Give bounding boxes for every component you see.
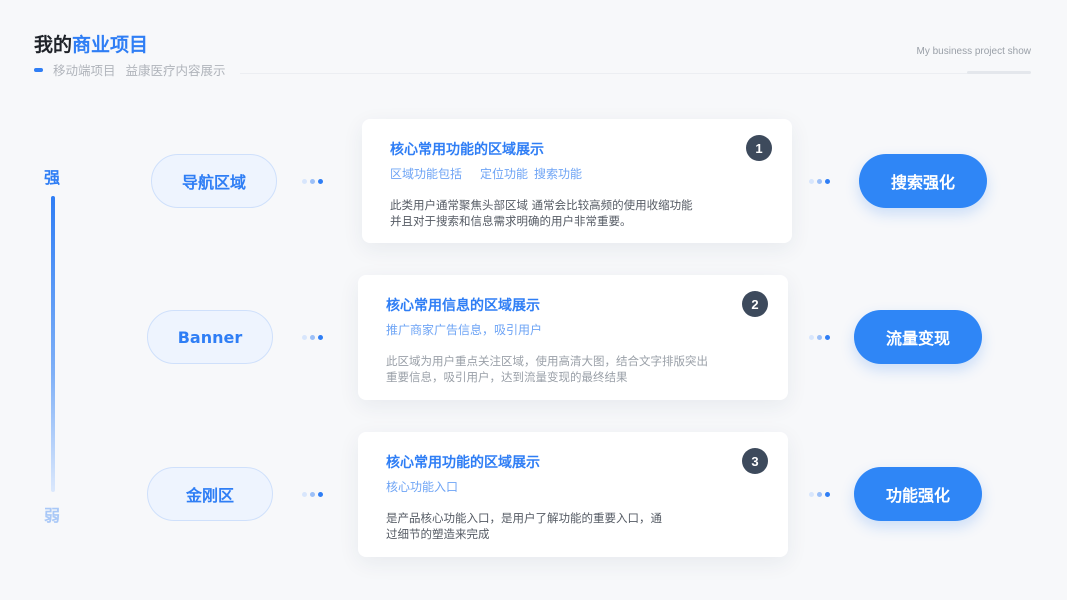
row-2-card-desc: 此区域为用户重点关注区域，使用高清大图，结合文字排版突出 重要信息，吸引用户，达…	[386, 353, 708, 385]
row-3-number-badge: 3	[742, 448, 768, 474]
row-1-left-dots	[302, 179, 323, 184]
row-2-number-badge: 2	[742, 291, 768, 317]
row-2-tag: 推广商家广告信息，吸引用户	[386, 323, 543, 337]
row-3-card-desc: 是产品核心功能入口，是用户了解功能的重要入口，通 过细节的塑造来完成	[386, 510, 662, 542]
row-1-card-title: 核心常用功能的区域展示	[390, 142, 544, 158]
row-3-right-dots	[809, 492, 830, 497]
row-3-left-dots	[302, 492, 323, 497]
row-3-card-tags: 核心功能入口	[386, 478, 464, 495]
row-1-right-dots	[809, 179, 830, 184]
subtitle-accent-pill	[34, 67, 43, 72]
row-2-card-title: 核心常用信息的区域展示	[386, 298, 540, 314]
row-3-desc-line: 过细节的塑造来完成	[386, 527, 490, 541]
english-caption: My business project show	[916, 46, 1032, 57]
row-3-card-title: 核心常用功能的区域展示	[386, 455, 540, 471]
row-3-desc-line: 是产品核心功能入口，是用户了解功能的重要入口，通	[386, 511, 662, 525]
row-2-right-dots	[809, 335, 830, 340]
row-3-left-pill: 金刚区	[147, 467, 273, 521]
page-subtitle: 移动端项目 益康医疗内容展示	[34, 60, 226, 79]
row-3-card: 核心常用功能的区域展示 核心功能入口 是产品核心功能入口，是用户了解功能的重要入…	[358, 432, 788, 557]
subtitle-part1: 移动端项目	[53, 63, 116, 78]
row-1-number-badge: 1	[746, 135, 772, 161]
axis-gradient-bar	[51, 196, 55, 492]
row-1-card-tags: 区域功能包括 定位功能 搜索功能	[390, 165, 588, 182]
page-title: 我的商业项目	[34, 30, 148, 57]
row-2-card-tags: 推广商家广告信息，吸引用户	[386, 321, 548, 338]
row-1-desc-line: 并且对于搜索和信息需求明确的用户非常重要。	[390, 214, 632, 228]
axis-strong-label: 强	[44, 168, 61, 187]
row-2-desc-line: 重要信息，吸引用户，达到流量变现的最终结果	[386, 370, 628, 384]
subtitle-part2: 益康医疗内容展示	[125, 63, 226, 78]
row-1-desc-line: 此类用户通常聚焦头部区域 通常会比较高频的使用收缩功能	[390, 198, 693, 212]
row-2-right-pill: 流量变现	[854, 310, 982, 364]
row-2-left-dots	[302, 335, 323, 340]
english-caption-bar	[967, 71, 1031, 74]
row-1-tag: 定位功能	[480, 167, 529, 181]
row-1-card: 核心常用功能的区域展示 区域功能包括 定位功能 搜索功能 此类用户通常聚焦头部区域 …	[362, 119, 792, 243]
row-2-desc-line: 此区域为用户重点关注区域，使用高清大图，结合文字排版突出	[386, 354, 708, 368]
row-1-tag: 搜索功能	[534, 167, 583, 181]
axis-weak-label: 弱	[44, 506, 61, 525]
row-1-left-pill: 导航区域	[151, 154, 277, 208]
row-3-tag: 核心功能入口	[386, 480, 459, 494]
header-divider	[240, 73, 1030, 74]
row-1-tag: 区域功能包括	[390, 167, 463, 181]
page-title-accent: 商业项目	[72, 34, 149, 56]
row-2-card: 核心常用信息的区域展示 推广商家广告信息，吸引用户 此区域为用户重点关注区域，使…	[358, 275, 788, 400]
row-3-right-pill: 功能强化	[854, 467, 982, 521]
row-2-left-pill: Banner	[147, 310, 273, 364]
row-1-card-desc: 此类用户通常聚焦头部区域 通常会比较高频的使用收缩功能 并且对于搜索和信息需求明…	[390, 197, 693, 229]
row-1-right-pill: 搜索强化	[859, 154, 987, 208]
page-title-prefix: 我的	[34, 34, 73, 56]
